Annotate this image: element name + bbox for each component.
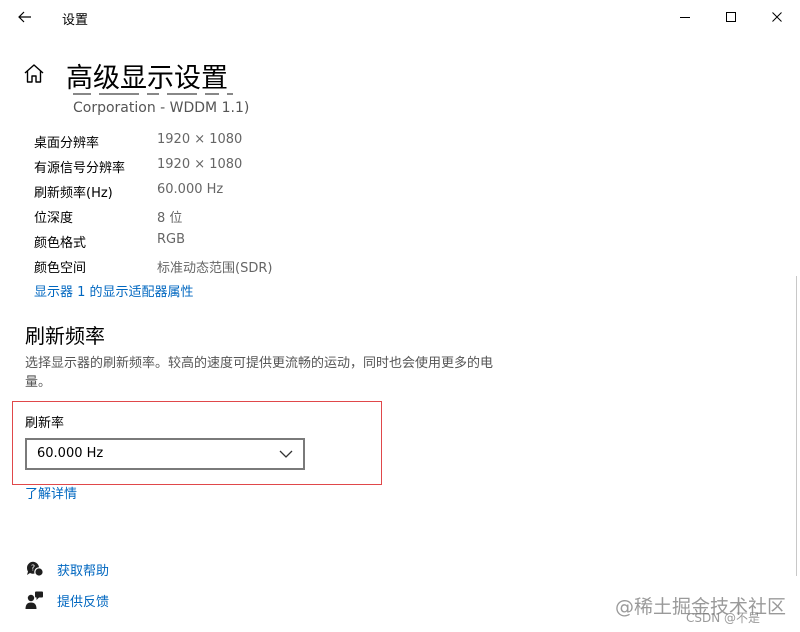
info-value: 标准动态范围(SDR) [157,261,273,276]
minimize-button[interactable] [662,0,708,34]
info-value: 1920 × 1080 [157,157,243,172]
info-label: 有源信号分辨率 [34,161,126,176]
svg-text:?: ? [31,564,35,573]
adapter-name-continuation: Corporation - WDDM 1.1) [73,100,250,116]
info-row: 刷新频率(Hz) 60.000 Hz [34,178,434,203]
scrollbar[interactable] [796,276,797,576]
feedback-person-icon [25,591,43,609]
home-icon [24,64,44,83]
maximize-button[interactable] [708,0,754,34]
info-value: 60.000 Hz [157,182,224,197]
feedback-label: 提供反馈 [57,594,110,610]
watermark-sub: CSDN @不是 [685,611,760,625]
info-label: 桌面分辨率 [34,136,100,151]
display-info-table: 桌面分辨率 1920 × 1080 有源信号分辨率 1920 × 1080 刷新… [34,128,434,278]
info-label: 颜色空间 [34,261,87,276]
feedback-link[interactable]: 提供反馈 [24,589,109,611]
info-label: 刷新频率(Hz) [34,186,113,201]
info-label: 位深度 [34,211,74,226]
scrolled-text-fragment [73,90,393,96]
info-row: 有源信号分辨率 1920 × 1080 [34,153,434,178]
minimize-icon [680,17,690,18]
info-row: 颜色格式 RGB [34,228,434,253]
back-button[interactable] [12,4,38,30]
refresh-section-title: 刷新频率 [25,324,105,348]
learn-more-link[interactable]: 了解详情 [25,483,77,502]
info-value: 1920 × 1080 [157,132,243,147]
info-row: 桌面分辨率 1920 × 1080 [34,128,434,153]
maximize-icon [726,12,736,22]
info-value: 8 位 [157,211,183,226]
info-row: 颜色空间 标准动态范围(SDR) [34,253,434,278]
get-help-label: 获取帮助 [57,563,110,579]
info-value: RGB [157,232,186,247]
back-arrow-icon [18,11,31,23]
chat-help-icon: ? [26,561,44,577]
close-button[interactable] [754,0,800,34]
title-bar: 设置 [0,0,800,34]
refresh-rate-selected-value: 60.000 Hz [37,446,104,461]
get-help-link[interactable]: ? 获取帮助 [24,558,109,580]
chevron-down-icon [279,450,293,458]
refresh-section-description: 选择显示器的刷新频率。较高的速度可提供更流畅的运动，同时也会使用更多的电量。 [25,356,494,390]
info-label: 颜色格式 [34,236,87,251]
app-title: 设置 [62,13,89,28]
info-row: 位深度 8 位 [34,203,434,228]
refresh-rate-dropdown[interactable]: 60.000 Hz [25,438,305,470]
close-icon [772,12,782,22]
adapter-properties-link[interactable]: 显示器 1 的显示适配器属性 [34,281,194,300]
refresh-rate-label: 刷新率 [25,416,65,431]
home-button[interactable] [22,62,46,86]
